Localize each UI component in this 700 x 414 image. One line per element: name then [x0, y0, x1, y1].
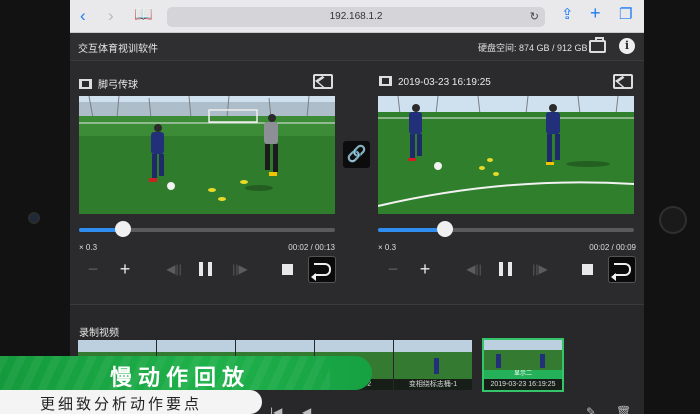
front-camera: [28, 212, 40, 224]
loop-icon: [611, 263, 631, 281]
stop-button[interactable]: [280, 258, 294, 280]
left-seek-knob[interactable]: [114, 221, 131, 237]
edit-icon[interactable]: ✎: [586, 405, 596, 414]
right-time: 00:02 / 00:09: [589, 243, 636, 252]
pause-button[interactable]: [496, 258, 514, 280]
right-seek-knob[interactable]: [436, 221, 453, 237]
tabs-icon[interactable]: ❐: [619, 5, 632, 23]
film-icon: [79, 79, 92, 89]
caption-banner: 慢动作回放: [0, 356, 372, 390]
next-frame-button[interactable]: ||▶: [228, 258, 252, 280]
app-header: 交互体育视训软件 硬盘空间: 874 GB / 912 GB i: [70, 33, 644, 61]
app-screen: ‹ › 📖 192.168.1.2 ↻ ⇪ + ❐ 交互体育视训软件 硬盘空间:…: [70, 0, 644, 414]
right-speed: × 0.3: [378, 243, 397, 252]
thumb-caption: 变相绕标志桶-1: [394, 379, 472, 390]
recording-thumb[interactable]: 变相绕标志桶-1: [394, 340, 472, 390]
prev-frame-button[interactable]: ◀||: [462, 258, 486, 280]
next-frame-button[interactable]: ||▶: [528, 258, 552, 280]
toolbox-icon[interactable]: [589, 37, 606, 53]
right-seek-bar[interactable]: [378, 221, 634, 237]
browser-toolbar: ‹ › 📖 192.168.1.2 ↻ ⇪ + ❐: [70, 0, 644, 33]
left-video-panel: 脚弓传球 × 0.3 00:02 / 00:13 − + ◀|| ||▶: [70, 62, 350, 302]
pause-icon: [198, 262, 212, 276]
display-tag: 显示二: [484, 370, 562, 379]
trash-icon[interactable]: 🗑: [616, 405, 631, 414]
stop-button[interactable]: [580, 258, 594, 280]
loop-button[interactable]: [608, 256, 636, 283]
share-icon[interactable]: ⇪: [561, 5, 574, 23]
sync-link-button[interactable]: 🔗: [343, 141, 370, 168]
app-title: 交互体育视训软件: [78, 44, 158, 55]
banner-headline: 慢动作回放: [110, 365, 251, 390]
recording-thumb-selected[interactable]: 显示二 2019-03-23 16:19:25: [482, 338, 564, 392]
left-seek-bar[interactable]: [79, 221, 335, 237]
right-video-panel: 2019-03-23 16:19:25 × 0.3 00:02 / 00:09 …: [370, 62, 644, 302]
prev-page-icon[interactable]: ◀: [302, 405, 311, 414]
bookmarks-icon[interactable]: 📖: [134, 5, 153, 23]
banner-subtitle: 更细致分析动作要点: [40, 396, 203, 413]
url-text: 192.168.1.2: [329, 11, 383, 22]
right-seek-fill: [378, 228, 445, 232]
faster-button[interactable]: +: [416, 258, 434, 280]
faster-button[interactable]: +: [116, 258, 134, 280]
prev-frame-button[interactable]: ◀||: [162, 258, 186, 280]
left-panel-title: 脚弓传球: [79, 76, 138, 91]
left-panel-title-text: 脚弓传球: [98, 80, 138, 91]
snapshot-icon[interactable]: [313, 74, 333, 89]
forward-icon[interactable]: ›: [108, 6, 114, 26]
film-icon: [379, 76, 392, 86]
left-video-frame: [79, 96, 335, 214]
thumb-caption: 2019-03-23 16:19:25: [484, 379, 562, 390]
left-time: 00:02 / 00:13: [288, 243, 335, 252]
slower-button[interactable]: −: [84, 258, 102, 280]
pause-button[interactable]: [196, 258, 214, 280]
address-bar[interactable]: 192.168.1.2 ↻: [167, 7, 545, 27]
left-speed: × 0.3: [79, 243, 98, 252]
loop-icon: [311, 263, 331, 281]
stop-icon: [581, 264, 593, 275]
disk-space: 硬盘空间: 874 GB / 912 GB: [478, 43, 588, 53]
back-icon[interactable]: ‹: [80, 6, 86, 26]
caption-subbanner: 更细致分析动作要点: [0, 390, 262, 414]
stop-icon: [281, 264, 293, 275]
loop-button[interactable]: [308, 256, 336, 283]
slower-button[interactable]: −: [384, 258, 402, 280]
reload-icon[interactable]: ↻: [530, 7, 539, 27]
right-video-frame: [378, 96, 634, 214]
link-icon: 🔗: [346, 146, 367, 163]
new-tab-icon[interactable]: +: [590, 3, 601, 24]
recordings-title: 录制视频: [79, 328, 119, 339]
right-panel-title-text: 2019-03-23 16:19:25: [398, 77, 491, 88]
snapshot-icon[interactable]: [613, 74, 633, 89]
first-page-icon[interactable]: |◀: [270, 405, 282, 414]
right-video[interactable]: [378, 96, 634, 214]
info-icon[interactable]: i: [619, 38, 635, 54]
left-video[interactable]: [79, 96, 335, 214]
right-panel-title: 2019-03-23 16:19:25: [379, 76, 491, 88]
home-button[interactable]: [659, 206, 687, 234]
pause-icon: [498, 262, 512, 276]
